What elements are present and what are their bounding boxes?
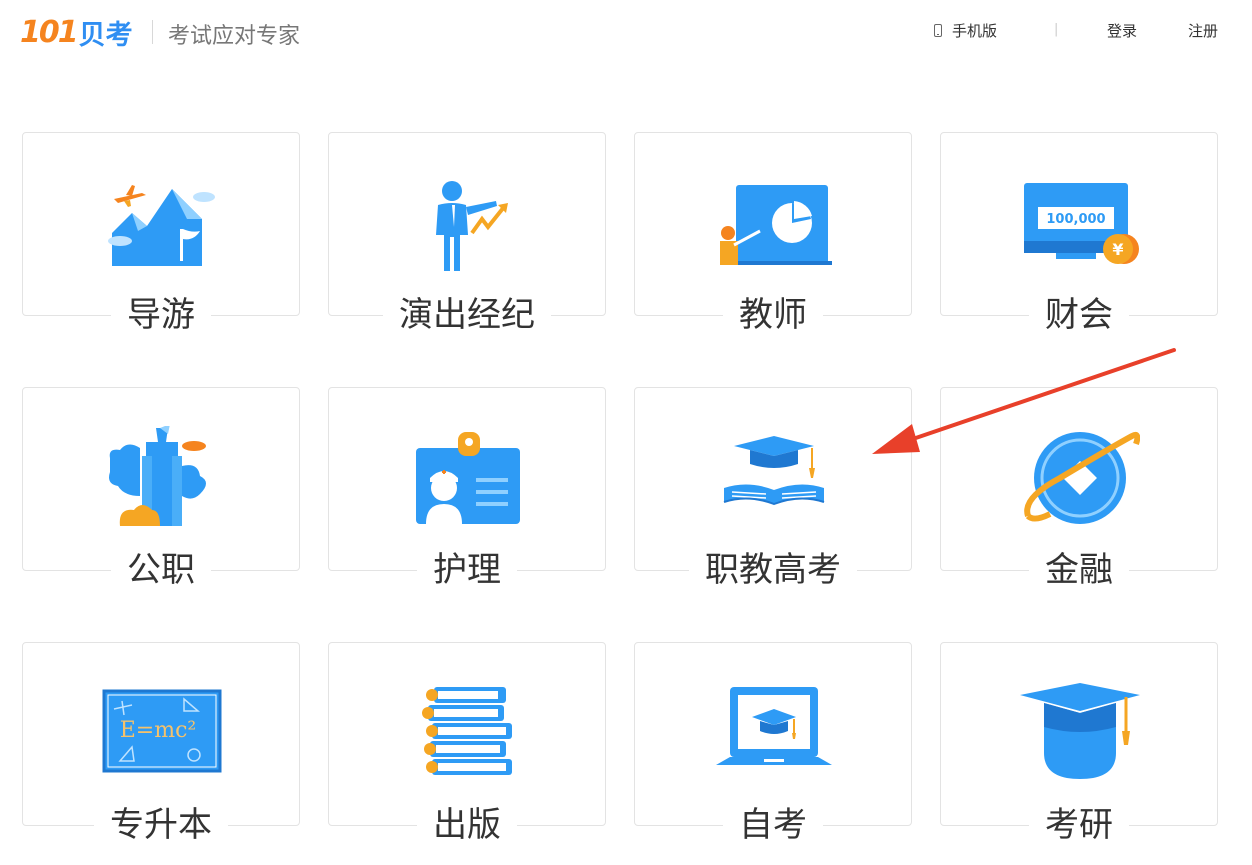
category-card-nursing[interactable]: 护理 [328,387,606,590]
category-label: 公职 [111,550,211,590]
nav-separator: | [1054,22,1059,37]
category-card-teacher[interactable]: 教师 [634,132,912,335]
nurse-badge-icon [416,432,520,524]
category-label: 教师 [723,295,823,335]
category-card-self-study-exam[interactable]: 自考 [634,642,912,845]
category-label: 出版 [417,805,517,845]
category-card-upgrade-to-bachelor[interactable]: E=mc² 专升本 [22,642,300,845]
category-card-civil-service[interactable]: 公职 [22,387,300,590]
category-label: 自考 [723,805,823,845]
logo-text: 贝考 [78,19,133,51]
category-label: 专升本 [94,805,228,845]
money-amount: 100,000 [1046,212,1105,227]
category-card-publishing[interactable]: 出版 [328,642,606,845]
yen-symbol: ¥ [1112,240,1123,259]
category-label: 演出经纪 [383,295,551,335]
presenter-chart-icon [436,181,508,271]
header-divider [152,20,153,44]
mountain-plane-icon [108,185,215,266]
graduation-cap-icon [1020,683,1140,779]
category-card-accounting[interactable]: 100,000 ¥ 财会 [940,132,1218,335]
nav-mobile-link[interactable]: 手机版 [934,20,997,41]
category-label: 导游 [111,295,211,335]
category-label: 财会 [1029,295,1129,335]
book-stack-icon [422,687,512,775]
formula-text: E=mc² [120,718,197,743]
logo-number: 101 [20,14,79,50]
category-card-postgraduate-exam[interactable]: 考研 [940,642,1218,845]
category-label: 金融 [1029,550,1129,590]
logo[interactable]: 101 贝考 [20,12,133,52]
nav-mobile-label: 手机版 [952,22,998,40]
globe-orbit-icon [1024,432,1140,524]
category-label: 护理 [417,550,517,590]
laptop-cap-icon [716,687,832,765]
register-link[interactable]: 注册 [1188,20,1218,41]
category-card-finance[interactable]: 金融 [940,387,1218,590]
header: 101 贝考 考试应对专家 手机版 | 登录 注册 [0,0,1252,70]
category-card-tour-guide[interactable]: 导游 [22,132,300,335]
money-monitor-icon: 100,000 ¥ [1024,183,1139,264]
category-label: 职教高考 [689,550,857,590]
category-card-vocational-college-exam[interactable]: 职教高考 [634,387,912,590]
login-link[interactable]: 登录 [1107,20,1137,41]
slogan: 考试应对专家 [168,24,301,49]
category-card-performance-agent[interactable]: 演出经纪 [328,132,606,335]
teacher-board-icon [720,185,832,265]
cap-book-icon [723,436,825,506]
phone-icon [934,24,942,37]
category-label: 考研 [1029,805,1129,845]
tower-icon [109,426,206,526]
formula-board-icon: E=mc² [102,689,222,773]
